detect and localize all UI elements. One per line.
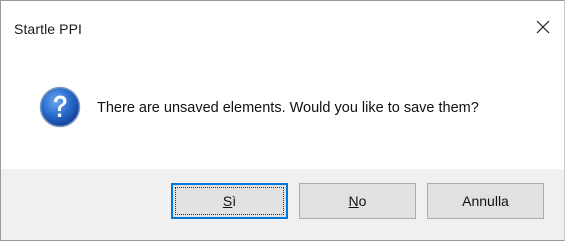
focus-rectangle [175,187,284,215]
yes-button[interactable]: Sì [171,183,288,219]
no-button[interactable]: No [299,183,416,219]
no-button-label: No [348,193,367,209]
dialog-message: There are unsaved elements. Would you li… [97,100,479,116]
message-dialog: Startle PPI There are unsaved elements. … [0,0,565,241]
dialog-content: There are unsaved elements. Would you li… [1,59,564,169]
cancel-button[interactable]: Annulla [427,183,544,219]
question-icon [39,86,81,128]
title-bar: Startle PPI [1,1,564,59]
button-bar: Sì No Annulla [1,169,564,240]
dialog-title: Startle PPI [14,21,83,37]
close-button[interactable] [528,13,558,41]
cancel-button-label: Annulla [462,193,509,209]
close-icon [536,20,550,34]
